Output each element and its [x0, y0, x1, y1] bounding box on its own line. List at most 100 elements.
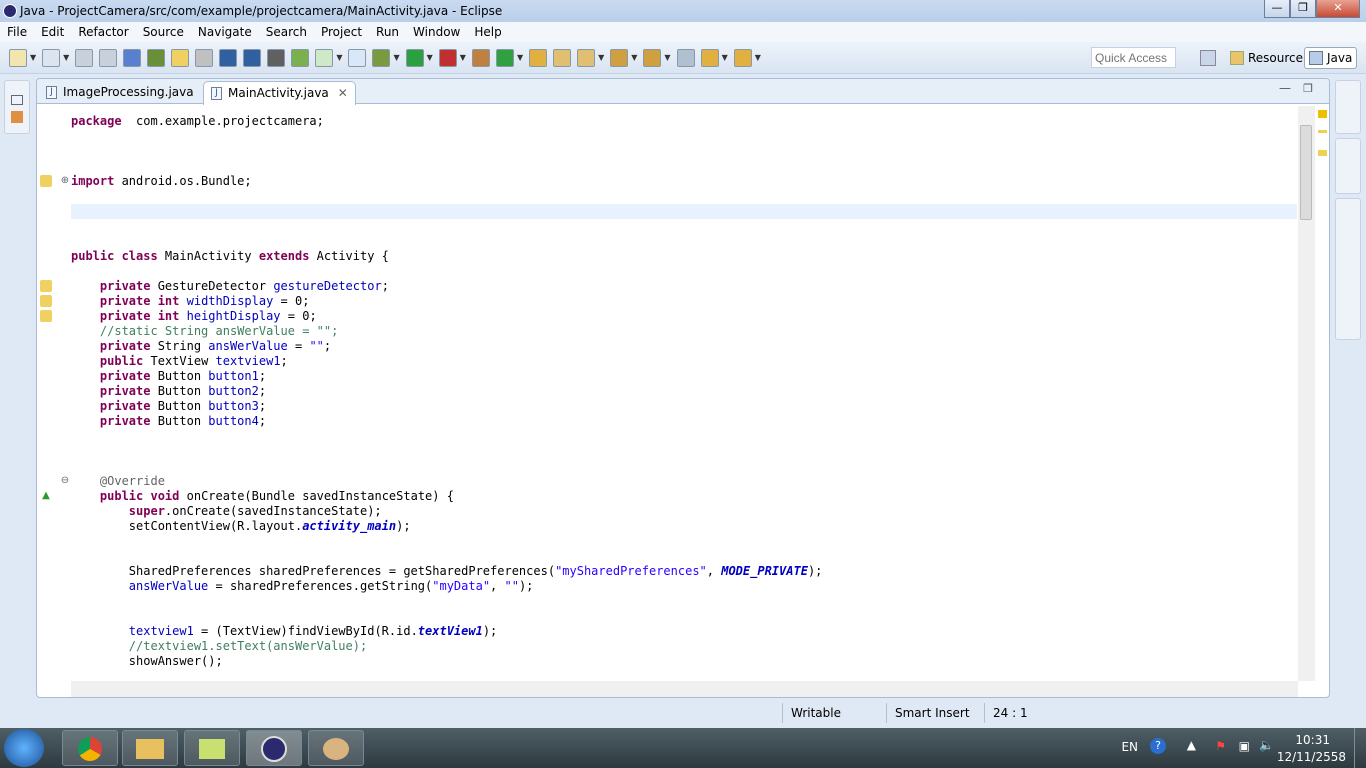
restore-icon[interactable] [11, 95, 23, 105]
warning-icon[interactable] [40, 280, 52, 292]
prev-annotation-icon[interactable] [643, 48, 662, 67]
maximize-editor-icon[interactable]: ❐ [1303, 82, 1313, 95]
toggle-highlight-icon[interactable] [171, 48, 190, 67]
code-line[interactable]: private Button button3; [71, 399, 1297, 414]
expand-fold-icon[interactable]: ⊕ [59, 175, 71, 187]
scroll-thumb[interactable] [1300, 125, 1312, 220]
vertical-scrollbar[interactable] [1298, 106, 1315, 681]
next-annotation-icon[interactable] [610, 48, 629, 67]
code-line[interactable]: public class MainActivity extends Activi… [71, 249, 1297, 264]
code-line[interactable]: //static String ansWerValue = ""; [71, 324, 1297, 339]
warning-icon[interactable] [40, 310, 52, 322]
run-external-tools-icon[interactable] [438, 48, 457, 67]
show-whitespace-icon[interactable] [195, 48, 214, 67]
clock-date[interactable]: 12/11/2558 [1277, 750, 1346, 764]
close-tab-icon[interactable]: ✕ [338, 86, 348, 100]
current-line[interactable] [71, 204, 1297, 219]
collapse-fold-icon[interactable]: ⊖ [59, 475, 71, 487]
code-line[interactable]: private Button button2; [71, 384, 1297, 399]
last-edit-icon[interactable] [676, 48, 695, 67]
menu-refactor[interactable]: Refactor [71, 25, 135, 39]
new-java-package-icon[interactable] [42, 48, 61, 67]
restore-button[interactable]: ❐ [1290, 0, 1316, 18]
open-type-icon[interactable] [147, 48, 166, 67]
back-icon[interactable] [700, 48, 719, 67]
code-line[interactable]: public TextView textview1; [71, 354, 1297, 369]
show-line-numbers-icon[interactable] [219, 48, 238, 67]
menu-navigate[interactable]: Navigate [191, 25, 259, 39]
dropdown-arrow-icon[interactable]: ▼ [755, 53, 761, 62]
taskbar-chrome[interactable] [62, 730, 118, 766]
code-line[interactable]: textview1 = (TextView)findViewById(R.id.… [71, 624, 1297, 639]
debug-icon[interactable] [372, 48, 391, 67]
horizontal-scrollbar[interactable] [71, 681, 1298, 697]
warning-marker[interactable] [1318, 130, 1327, 133]
menu-project[interactable]: Project [314, 25, 369, 39]
tab-imageprocessing[interactable]: J ImageProcessing.java [39, 81, 202, 105]
code-line[interactable]: private Button button4; [71, 414, 1297, 429]
dropdown-arrow-icon[interactable]: ▼ [664, 53, 670, 62]
menu-search[interactable]: Search [259, 25, 314, 39]
show-hidden-icons[interactable]: ▲ [1187, 738, 1196, 752]
warning-marker[interactable] [1318, 110, 1327, 118]
warning-icon[interactable] [40, 175, 52, 187]
code-line[interactable]: setContentView(R.layout.activity_main); [71, 519, 1297, 534]
forward-icon[interactable] [733, 48, 752, 67]
close-button[interactable]: ✕ [1316, 0, 1360, 18]
flag-icon[interactable]: ⚑ [1215, 739, 1226, 753]
open-folder-icon[interactable] [553, 48, 572, 67]
save-all-icon[interactable] [99, 48, 118, 67]
code-line[interactable]: ansWerValue = sharedPreferences.getStrin… [71, 579, 1297, 594]
code-line[interactable]: import android.os.Bundle; [71, 174, 1297, 189]
taskbar-explorer[interactable] [122, 730, 178, 766]
dropdown-arrow-icon[interactable]: ▼ [517, 53, 523, 62]
dropdown-arrow-icon[interactable]: ▼ [427, 53, 433, 62]
dropdown-arrow-icon[interactable]: ▼ [460, 53, 466, 62]
language-indicator[interactable]: EN [1121, 740, 1138, 754]
taskbar-eclipse[interactable] [246, 730, 302, 766]
toggle-mark-occurrences-icon[interactable] [123, 48, 142, 67]
search-icon[interactable] [577, 48, 596, 67]
clock-time[interactable]: 10:31 [1295, 733, 1330, 747]
new-icon[interactable] [9, 48, 27, 67]
dropdown-arrow-icon[interactable]: ▼ [336, 53, 342, 62]
code-line[interactable]: private String ansWerValue = ""; [71, 339, 1297, 354]
override-indicator-icon[interactable]: ▲ [40, 490, 52, 502]
code-line[interactable]: SharedPreferences sharedPreferences = ge… [71, 564, 1297, 579]
quick-access-input[interactable] [1091, 47, 1176, 68]
show-paragraph-icon[interactable] [243, 48, 262, 67]
code-area[interactable]: package com.example.projectcamera; import… [71, 106, 1297, 681]
new-class-icon[interactable] [495, 48, 514, 67]
show-desktop-button[interactable] [1354, 728, 1366, 768]
perspective-java[interactable]: Java [1304, 47, 1358, 69]
checkbox-icon[interactable] [315, 48, 334, 67]
menu-edit[interactable]: Edit [34, 25, 71, 39]
android-avd-manager-icon[interactable] [291, 48, 310, 67]
taskbar-notes[interactable] [184, 730, 240, 766]
code-line[interactable]: package com.example.projectcamera; [71, 114, 1297, 129]
warning-icon[interactable] [40, 295, 52, 307]
menu-file[interactable]: File [0, 25, 34, 39]
perspective-resource[interactable]: Resource [1226, 47, 1307, 69]
code-line[interactable]: @Override [71, 474, 1297, 489]
dropdown-arrow-icon[interactable]: ▼ [598, 53, 604, 62]
minimize-editor-icon[interactable]: — [1279, 81, 1291, 95]
taskbar-paint[interactable] [308, 730, 364, 766]
save-icon[interactable] [75, 48, 94, 67]
dropdown-arrow-icon[interactable]: ▼ [393, 53, 399, 62]
warning-marker[interactable] [1318, 150, 1327, 156]
network-icon[interactable]: ▣ [1239, 739, 1250, 753]
tab-mainactivity[interactable]: J MainActivity.java ✕ [203, 81, 356, 105]
new-java-project-icon[interactable] [471, 48, 490, 67]
code-line[interactable]: private GestureDetector gestureDetector; [71, 279, 1297, 294]
code-line[interactable]: public void onCreate(Bundle savedInstanc… [71, 489, 1297, 504]
help-icon[interactable]: ? [1150, 738, 1166, 754]
volume-icon[interactable]: 🔈 [1259, 738, 1274, 752]
code-line[interactable]: private Button button1; [71, 369, 1297, 384]
open-perspective-button[interactable] [1196, 47, 1220, 69]
new-android-xml-icon[interactable] [348, 48, 367, 67]
start-button[interactable] [4, 729, 44, 767]
android-sdk-manager-icon[interactable] [267, 48, 286, 67]
dropdown-arrow-icon[interactable]: ▼ [30, 53, 36, 62]
menu-window[interactable]: Window [406, 25, 467, 39]
